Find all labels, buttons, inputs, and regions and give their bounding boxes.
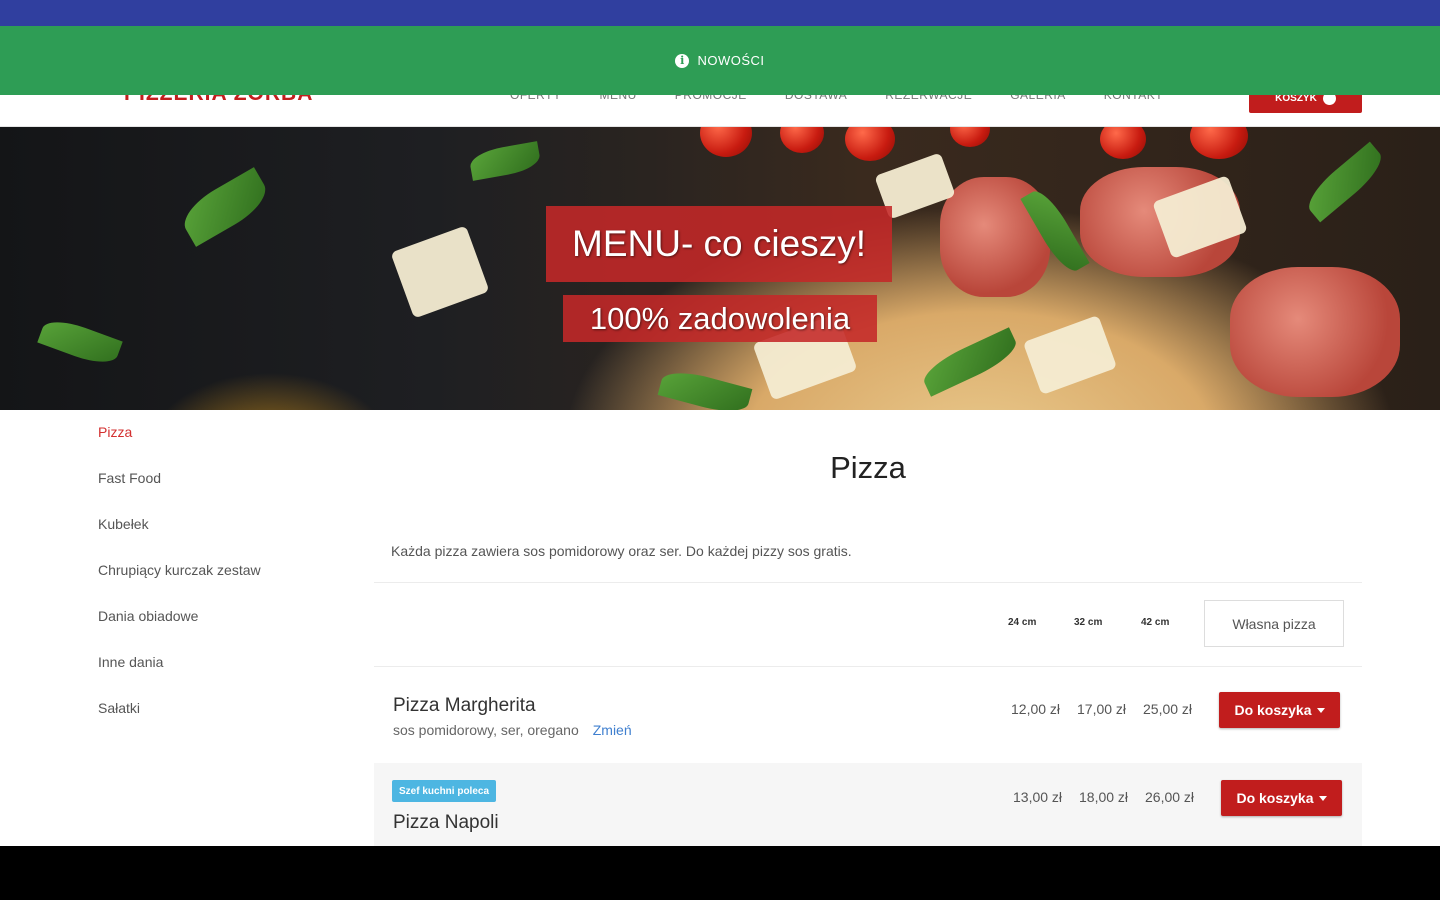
hero-decoration: [1230, 267, 1400, 397]
category-salads[interactable]: Sałatki: [98, 696, 358, 742]
chevron-down-icon: [1318, 795, 1327, 801]
info-icon: i: [675, 53, 690, 68]
category-fast-food[interactable]: Fast Food: [98, 466, 358, 512]
hero-decoration: [918, 327, 1022, 397]
size-header-42: 42 cm: [1141, 617, 1170, 628]
price-32: 17,00 zł: [1077, 701, 1127, 717]
add-to-cart-label: Do koszyka: [1234, 702, 1312, 718]
add-to-cart-button[interactable]: Do koszyka: [1221, 780, 1342, 816]
category-crispy-chicken-set[interactable]: Chrupiący kurczak zestaw: [98, 558, 358, 604]
divider: [374, 582, 1362, 583]
menu-content: Pizza Każda pizza zawiera sos pomidorowy…: [374, 410, 1362, 846]
item-ingredients-text: sos pomidorowy, ser, oregano: [393, 722, 579, 738]
hero-decoration: [37, 314, 123, 370]
page-title: Pizza: [830, 450, 906, 485]
chevron-down-icon: [1316, 707, 1325, 713]
hero-decoration: [1300, 141, 1390, 223]
hero-decoration: [657, 365, 753, 410]
hero-decoration: [390, 225, 490, 319]
category-other-dishes[interactable]: Inne dania: [98, 650, 358, 696]
item-name: Pizza Napoli: [393, 812, 499, 833]
browser-viewport: PIZZERIA ZORBA OFERTY MENU PROMOCJE DOST…: [0, 0, 1440, 846]
chef-recommends-badge: Szef kuchni poleca: [392, 780, 497, 802]
add-to-cart-label: Do koszyka: [1236, 790, 1314, 806]
category-kubelek[interactable]: Kubełek: [98, 512, 358, 558]
price-24: 12,00 zł: [1011, 701, 1061, 717]
add-to-cart-button[interactable]: Do koszyka: [1219, 692, 1340, 728]
hero-decoration: [780, 127, 824, 153]
price-42: 25,00 zł: [1143, 701, 1193, 717]
category-sidebar: Pizza Fast Food Kubełek Chrupiący kurcza…: [98, 420, 358, 742]
news-banner-label: NOWOŚCI: [697, 53, 765, 68]
news-banner[interactable]: i NOWOŚCI: [0, 26, 1440, 95]
price-32: 18,00 zł: [1079, 789, 1129, 805]
section-description: Każda pizza zawiera sos pomidorowy oraz …: [391, 543, 852, 559]
custom-pizza-button[interactable]: Własna pizza: [1204, 600, 1344, 647]
category-pizza[interactable]: Pizza: [98, 420, 358, 466]
hero-decoration: [700, 127, 752, 157]
menu-item-row: Szef kuchni poleca Pizza Napoli 13,00 zł…: [374, 763, 1362, 846]
hero-decoration: [845, 127, 895, 161]
item-ingredients: sos pomidorowy, ser, oregano Zmień: [393, 722, 632, 738]
hero-subtitle: 100% zadowolenia: [563, 295, 877, 342]
hero-decoration: [1100, 127, 1146, 159]
hero-decoration: [1022, 315, 1118, 395]
size-header-24: 24 cm: [1008, 617, 1037, 628]
hero-decoration: [1190, 127, 1248, 159]
menu-item-row: Pizza Margherita sos pomidorowy, ser, or…: [374, 667, 1362, 763]
item-name: Pizza Margherita: [393, 695, 536, 716]
price-42: 26,00 zł: [1145, 789, 1195, 805]
hero-title: MENU- co cieszy!: [546, 206, 892, 282]
status-bar: [0, 0, 1440, 26]
screen: PIZZERIA ZORBA OFERTY MENU PROMOCJE DOST…: [0, 0, 1440, 900]
change-ingredients-link[interactable]: Zmień: [593, 722, 632, 738]
hero-decoration: [468, 141, 542, 181]
category-lunch-dishes[interactable]: Dania obiadowe: [98, 604, 358, 650]
hero-decoration: [176, 167, 274, 247]
size-header-32: 32 cm: [1074, 617, 1103, 628]
hero-decoration: [950, 127, 990, 147]
hero-banner: MENU- co cieszy! 100% zadowolenia: [0, 127, 1440, 410]
price-24: 13,00 zł: [1013, 789, 1063, 805]
